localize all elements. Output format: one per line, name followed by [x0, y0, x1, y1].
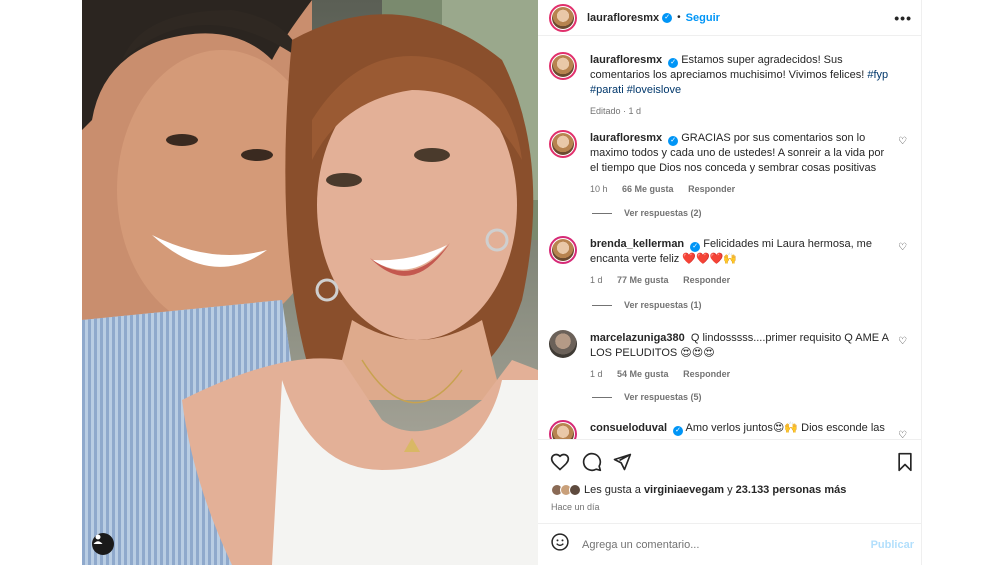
- comment-like-heart-icon[interactable]: ♡: [898, 136, 907, 147]
- likes-summary[interactable]: Les gusta a virginiaevegam y 23.133 pers…: [551, 484, 846, 496]
- comment-item: brenda_kellerman ✓ Felicidades mi Laura h…: [549, 236, 911, 326]
- verified-icon: ✓: [673, 426, 684, 436]
- verified-icon: ✓: [690, 242, 701, 252]
- comment-body: brenda_kellerman ✓ Felicidades mi Laura h…: [590, 237, 890, 288]
- person-tag-icon[interactable]: [92, 533, 114, 555]
- comment-likes[interactable]: 77 Me gusta: [617, 275, 669, 285]
- caption: laurafloresmx ✓ Estamos super agradecidos…: [549, 52, 911, 122]
- comment-meta: 1 d 54 Me gusta Responder: [590, 367, 890, 382]
- view-replies-label: Ver respuestas (5): [624, 392, 702, 402]
- comment-body: laurafloresmx ✓ GRACIAS por sus comentari…: [590, 131, 890, 197]
- author-avatar[interactable]: [549, 3, 577, 32]
- reply-button[interactable]: Responder: [683, 369, 730, 379]
- comment-likes[interactable]: 54 Me gusta: [617, 369, 669, 379]
- post-timestamp: Hace un día: [551, 502, 600, 512]
- comment-time: 10 h: [590, 184, 608, 194]
- author-username[interactable]: laurafloresmx: [587, 12, 659, 24]
- caption-meta: Editado · 1 d: [590, 106, 642, 116]
- commenter-username[interactable]: brenda_kellerman: [590, 238, 684, 250]
- comments-list[interactable]: laurafloresmx ✓ Estamos super agradecidos…: [538, 36, 922, 439]
- view-replies-label: Ver respuestas (1): [624, 300, 702, 310]
- heart-icon[interactable]: [550, 452, 570, 477]
- comment-glyph: [582, 452, 602, 472]
- comment-icon[interactable]: [582, 452, 602, 477]
- replies-line: [592, 396, 612, 398]
- comment-like-heart-icon[interactable]: ♡: [898, 430, 907, 439]
- commenter-username[interactable]: consueloduval: [590, 422, 667, 434]
- comment-body: consueloduval ✓ Amo verlos juntos😍🙌 Dios …: [590, 421, 890, 436]
- view-replies-button[interactable]: Ver respuestas (5): [592, 392, 702, 402]
- reply-button[interactable]: Responder: [688, 184, 735, 194]
- comment-time: 1 d: [590, 369, 603, 379]
- share-glyph: [613, 453, 632, 471]
- more-options-icon[interactable]: •••: [894, 10, 912, 26]
- emoji-icon[interactable]: [550, 532, 570, 557]
- follow-button[interactable]: Seguir: [686, 12, 720, 24]
- publish-button[interactable]: Publicar: [871, 539, 914, 551]
- comment-item: laurafloresmx ✓ GRACIAS por sus comentari…: [549, 130, 911, 220]
- comment-meta: 1 d 77 Me gusta Responder: [590, 273, 890, 288]
- comment-meta: 10 h 66 Me gusta Responder: [590, 182, 890, 197]
- view-replies-label: Ver respuestas (2): [624, 208, 702, 218]
- caption-username[interactable]: laurafloresmx: [590, 54, 662, 66]
- likes-prefix: Les gusta a: [584, 484, 641, 496]
- likes-count[interactable]: 23.133 personas más: [736, 484, 847, 496]
- comment-time: 1 d: [590, 275, 603, 285]
- view-replies-button[interactable]: Ver respuestas (2): [592, 208, 702, 218]
- replies-line: [592, 212, 612, 214]
- liker-avatars: [551, 484, 581, 496]
- reply-button[interactable]: Responder: [683, 275, 730, 285]
- comment-item: consueloduval ✓ Amo verlos juntos😍🙌 Dios …: [549, 420, 911, 439]
- caption-avatar[interactable]: [549, 52, 577, 80]
- photo-illustration: [82, 0, 538, 565]
- heart-glyph: [550, 453, 570, 471]
- caption-body: laurafloresmx ✓ Estamos super agradecidos…: [590, 53, 890, 119]
- comment-text: Amo verlos juntos😍🙌 Dios esconde las: [685, 422, 885, 434]
- commenter-avatar[interactable]: [549, 420, 577, 439]
- share-icon[interactable]: [612, 452, 632, 477]
- commenter-username[interactable]: marcelazuniga380: [590, 332, 685, 344]
- replies-line: [592, 304, 612, 306]
- commenter-avatar[interactable]: [549, 130, 577, 158]
- bookmark-glyph: [898, 452, 912, 472]
- commenter-avatar[interactable]: [549, 330, 577, 358]
- likes-connector: y: [727, 484, 733, 496]
- verified-icon: ✓: [668, 136, 679, 146]
- verified-icon: ✓: [668, 58, 679, 68]
- commenter-avatar[interactable]: [549, 236, 577, 264]
- post-header: laurafloresmx ✓ • Seguir •••: [538, 0, 922, 36]
- post-side-panel: laurafloresmx ✓ • Seguir ••• lauraflores…: [538, 0, 922, 565]
- emoji-glyph: [551, 533, 569, 551]
- view-replies-button[interactable]: Ver respuestas (1): [592, 300, 702, 310]
- post-photo[interactable]: [82, 0, 538, 565]
- comment-input[interactable]: [582, 538, 852, 551]
- comment-like-heart-icon[interactable]: ♡: [898, 242, 907, 253]
- comment-body: marcelazuniga380 Q lindosssss....primer …: [590, 331, 890, 382]
- comment-like-heart-icon[interactable]: ♡: [898, 336, 907, 347]
- bookmark-icon[interactable]: [896, 452, 914, 477]
- verified-icon: ✓: [662, 12, 673, 23]
- commenter-username[interactable]: laurafloresmx: [590, 132, 662, 144]
- person-tag-glyph: [93, 534, 103, 544]
- comment-likes[interactable]: 66 Me gusta: [622, 184, 674, 194]
- comment-item: marcelazuniga380 Q lindosssss....primer …: [549, 330, 911, 420]
- separator-dot: •: [677, 12, 681, 23]
- likes-user[interactable]: virginiaevegam: [644, 484, 724, 496]
- post-actions: Les gusta a virginiaevegam y 23.133 pers…: [538, 439, 922, 512]
- instagram-post-view: laurafloresmx ✓ • Seguir ••• lauraflores…: [0, 0, 1004, 565]
- comment-composer: Publicar: [538, 523, 922, 565]
